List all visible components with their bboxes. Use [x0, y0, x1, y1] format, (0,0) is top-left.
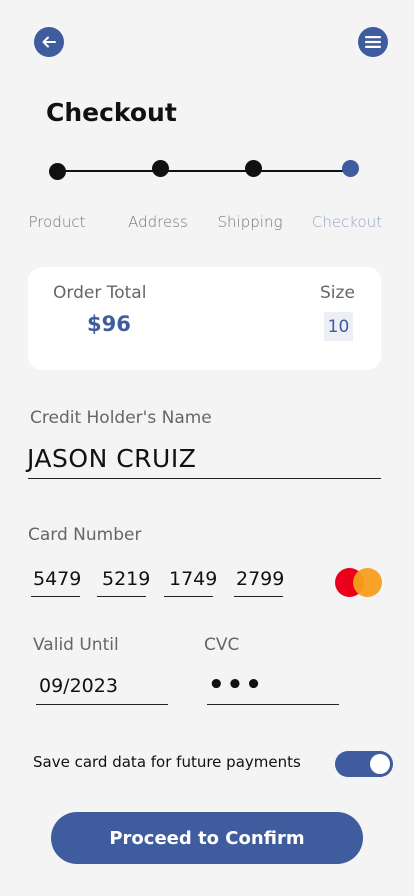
size-value: 10: [324, 312, 353, 341]
size-label: Size: [320, 283, 355, 303]
card-number-underline: [97, 596, 146, 597]
order-total-value: $96: [87, 312, 131, 336]
card-number-underline: [164, 596, 213, 597]
stepper-line: [57, 170, 350, 172]
step-label-product[interactable]: Product: [7, 213, 107, 231]
menu-button[interactable]: [358, 27, 388, 57]
step-dot-product[interactable]: [49, 163, 66, 180]
cvc-label: CVC: [204, 635, 240, 655]
cvc-underline: [207, 704, 339, 705]
valid-until-input[interactable]: 09/2023: [39, 675, 118, 697]
card-number-group-4[interactable]: 2799: [236, 568, 284, 590]
step-dot-shipping[interactable]: [245, 160, 262, 177]
page-title: Checkout: [46, 98, 177, 127]
arrow-left-icon: [42, 36, 56, 48]
save-card-toggle[interactable]: [335, 751, 393, 777]
step-dot-address[interactable]: [152, 160, 169, 177]
card-number-group-1[interactable]: 5479: [33, 568, 81, 590]
step-dot-checkout[interactable]: [342, 160, 359, 177]
card-number-group-2[interactable]: 5219: [102, 568, 150, 590]
back-button[interactable]: [34, 27, 64, 57]
valid-until-label: Valid Until: [33, 635, 119, 655]
card-holder-input[interactable]: JASON CRUIZ: [27, 444, 196, 473]
mastercard-orange-circle: [353, 568, 382, 597]
card-number-underline: [234, 596, 283, 597]
order-total-label: Order Total: [53, 283, 147, 303]
mastercard-icon: [335, 568, 385, 598]
toggle-knob: [370, 754, 390, 774]
card-number-label: Card Number: [28, 525, 142, 545]
card-number-group-3[interactable]: 1749: [169, 568, 217, 590]
step-label-shipping[interactable]: Shipping: [200, 213, 300, 231]
menu-icon: [365, 36, 381, 48]
card-holder-label: Credit Holder's Name: [30, 408, 212, 428]
valid-until-underline: [36, 704, 168, 705]
card-holder-underline: [28, 478, 381, 479]
save-card-label: Save card data for future payments: [33, 753, 301, 771]
step-label-checkout[interactable]: Checkout: [297, 213, 397, 231]
step-label-address[interactable]: Address: [108, 213, 208, 231]
proceed-to-confirm-button[interactable]: Proceed to Confirm: [51, 812, 363, 864]
card-number-underline: [31, 596, 80, 597]
cvc-input[interactable]: •••: [208, 670, 264, 700]
